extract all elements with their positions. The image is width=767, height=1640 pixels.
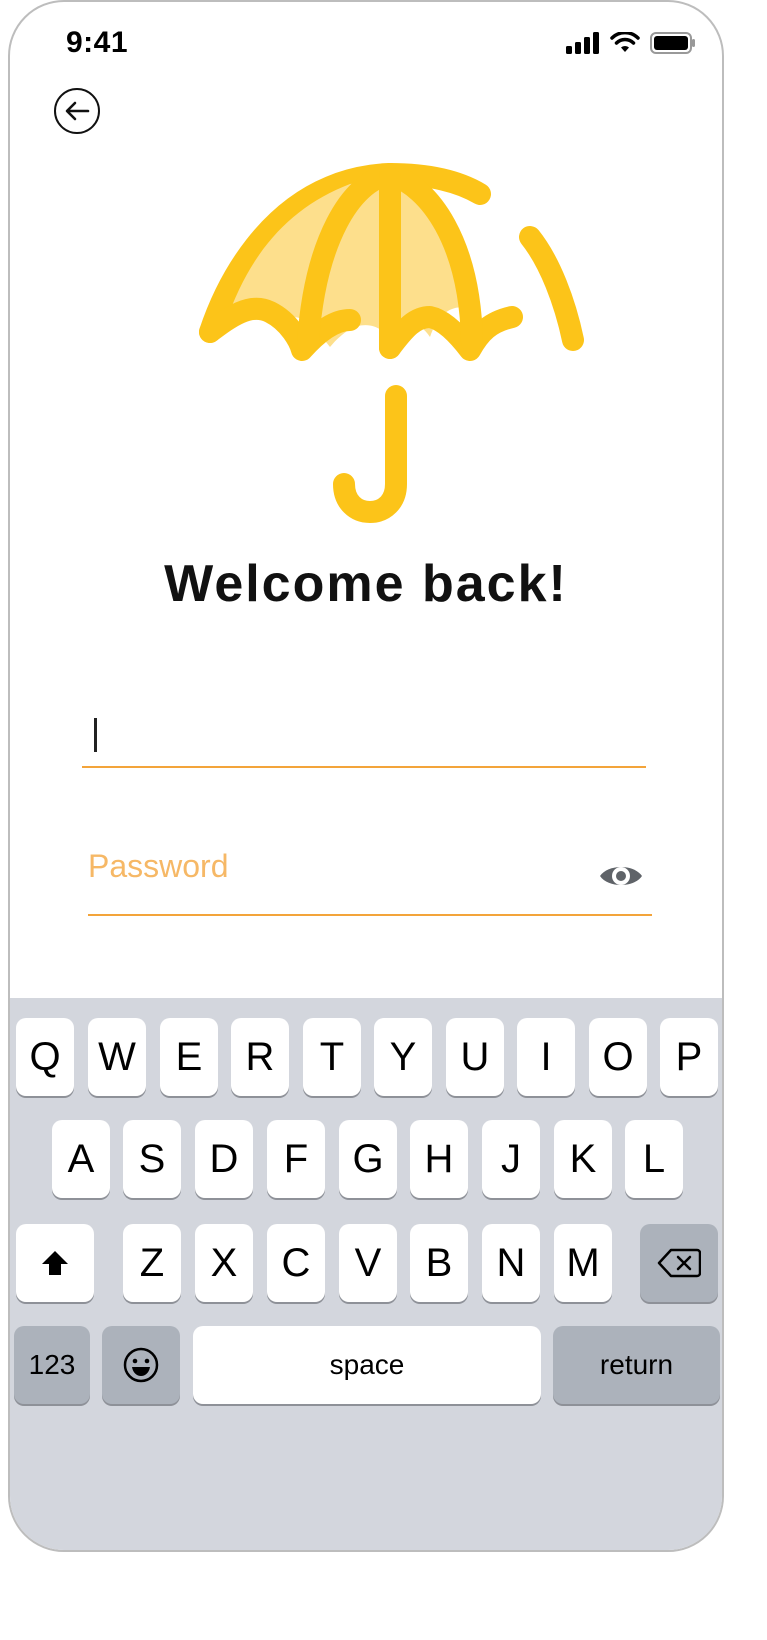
key-p[interactable]: P xyxy=(660,1018,718,1096)
key-v[interactable]: V xyxy=(339,1224,397,1302)
password-placeholder: Password xyxy=(88,848,229,884)
key-b[interactable]: B xyxy=(410,1224,468,1302)
password-field[interactable]: Password xyxy=(88,842,652,916)
key-u[interactable]: U xyxy=(446,1018,504,1096)
emoji-icon xyxy=(123,1347,159,1383)
key-h[interactable]: H xyxy=(410,1120,468,1198)
key-d[interactable]: D xyxy=(195,1120,253,1198)
backspace-icon xyxy=(657,1248,701,1278)
key-g[interactable]: G xyxy=(339,1120,397,1198)
status-time: 9:41 xyxy=(66,26,129,59)
keyboard: Q W E R T Y U I O P A S D F G H J K L Z … xyxy=(10,998,722,1550)
numbers-key[interactable]: 123 xyxy=(14,1326,90,1404)
space-key[interactable]: space xyxy=(193,1326,541,1404)
signal-icon xyxy=(566,32,599,54)
wifi-icon xyxy=(610,32,640,52)
username-field[interactable] xyxy=(82,702,646,768)
key-n[interactable]: N xyxy=(482,1224,540,1302)
key-e[interactable]: E xyxy=(160,1018,218,1096)
shift-icon xyxy=(42,1251,68,1275)
key-w[interactable]: W xyxy=(88,1018,146,1096)
back-button[interactable] xyxy=(54,88,100,134)
key-x[interactable]: X xyxy=(195,1224,253,1302)
key-q[interactable]: Q xyxy=(16,1018,74,1096)
emoji-key[interactable] xyxy=(102,1326,180,1404)
status-icons xyxy=(566,32,696,54)
key-a[interactable]: A xyxy=(52,1120,110,1198)
key-j[interactable]: J xyxy=(482,1120,540,1198)
phone-screen: 9:41 Welcome back! Password Q W E R T Y … xyxy=(8,0,724,1552)
key-r[interactable]: R xyxy=(231,1018,289,1096)
umbrella-icon xyxy=(199,162,584,524)
key-o[interactable]: O xyxy=(589,1018,647,1096)
key-c[interactable]: C xyxy=(267,1224,325,1302)
shift-key[interactable] xyxy=(16,1224,94,1302)
key-y[interactable]: Y xyxy=(374,1018,432,1096)
page-title: Welcome back! xyxy=(164,555,568,613)
key-s[interactable]: S xyxy=(123,1120,181,1198)
key-i[interactable]: I xyxy=(517,1018,575,1096)
key-m[interactable]: M xyxy=(554,1224,612,1302)
key-f[interactable]: F xyxy=(267,1120,325,1198)
key-l[interactable]: L xyxy=(625,1120,683,1198)
backspace-key[interactable] xyxy=(640,1224,718,1302)
back-arrow-icon xyxy=(65,101,90,121)
key-z[interactable]: Z xyxy=(123,1224,181,1302)
return-key[interactable]: return xyxy=(553,1326,720,1404)
username-input[interactable] xyxy=(82,702,646,766)
key-k[interactable]: K xyxy=(554,1120,612,1198)
key-t[interactable]: T xyxy=(303,1018,361,1096)
eye-icon[interactable] xyxy=(598,856,644,896)
battery-icon xyxy=(650,32,695,54)
